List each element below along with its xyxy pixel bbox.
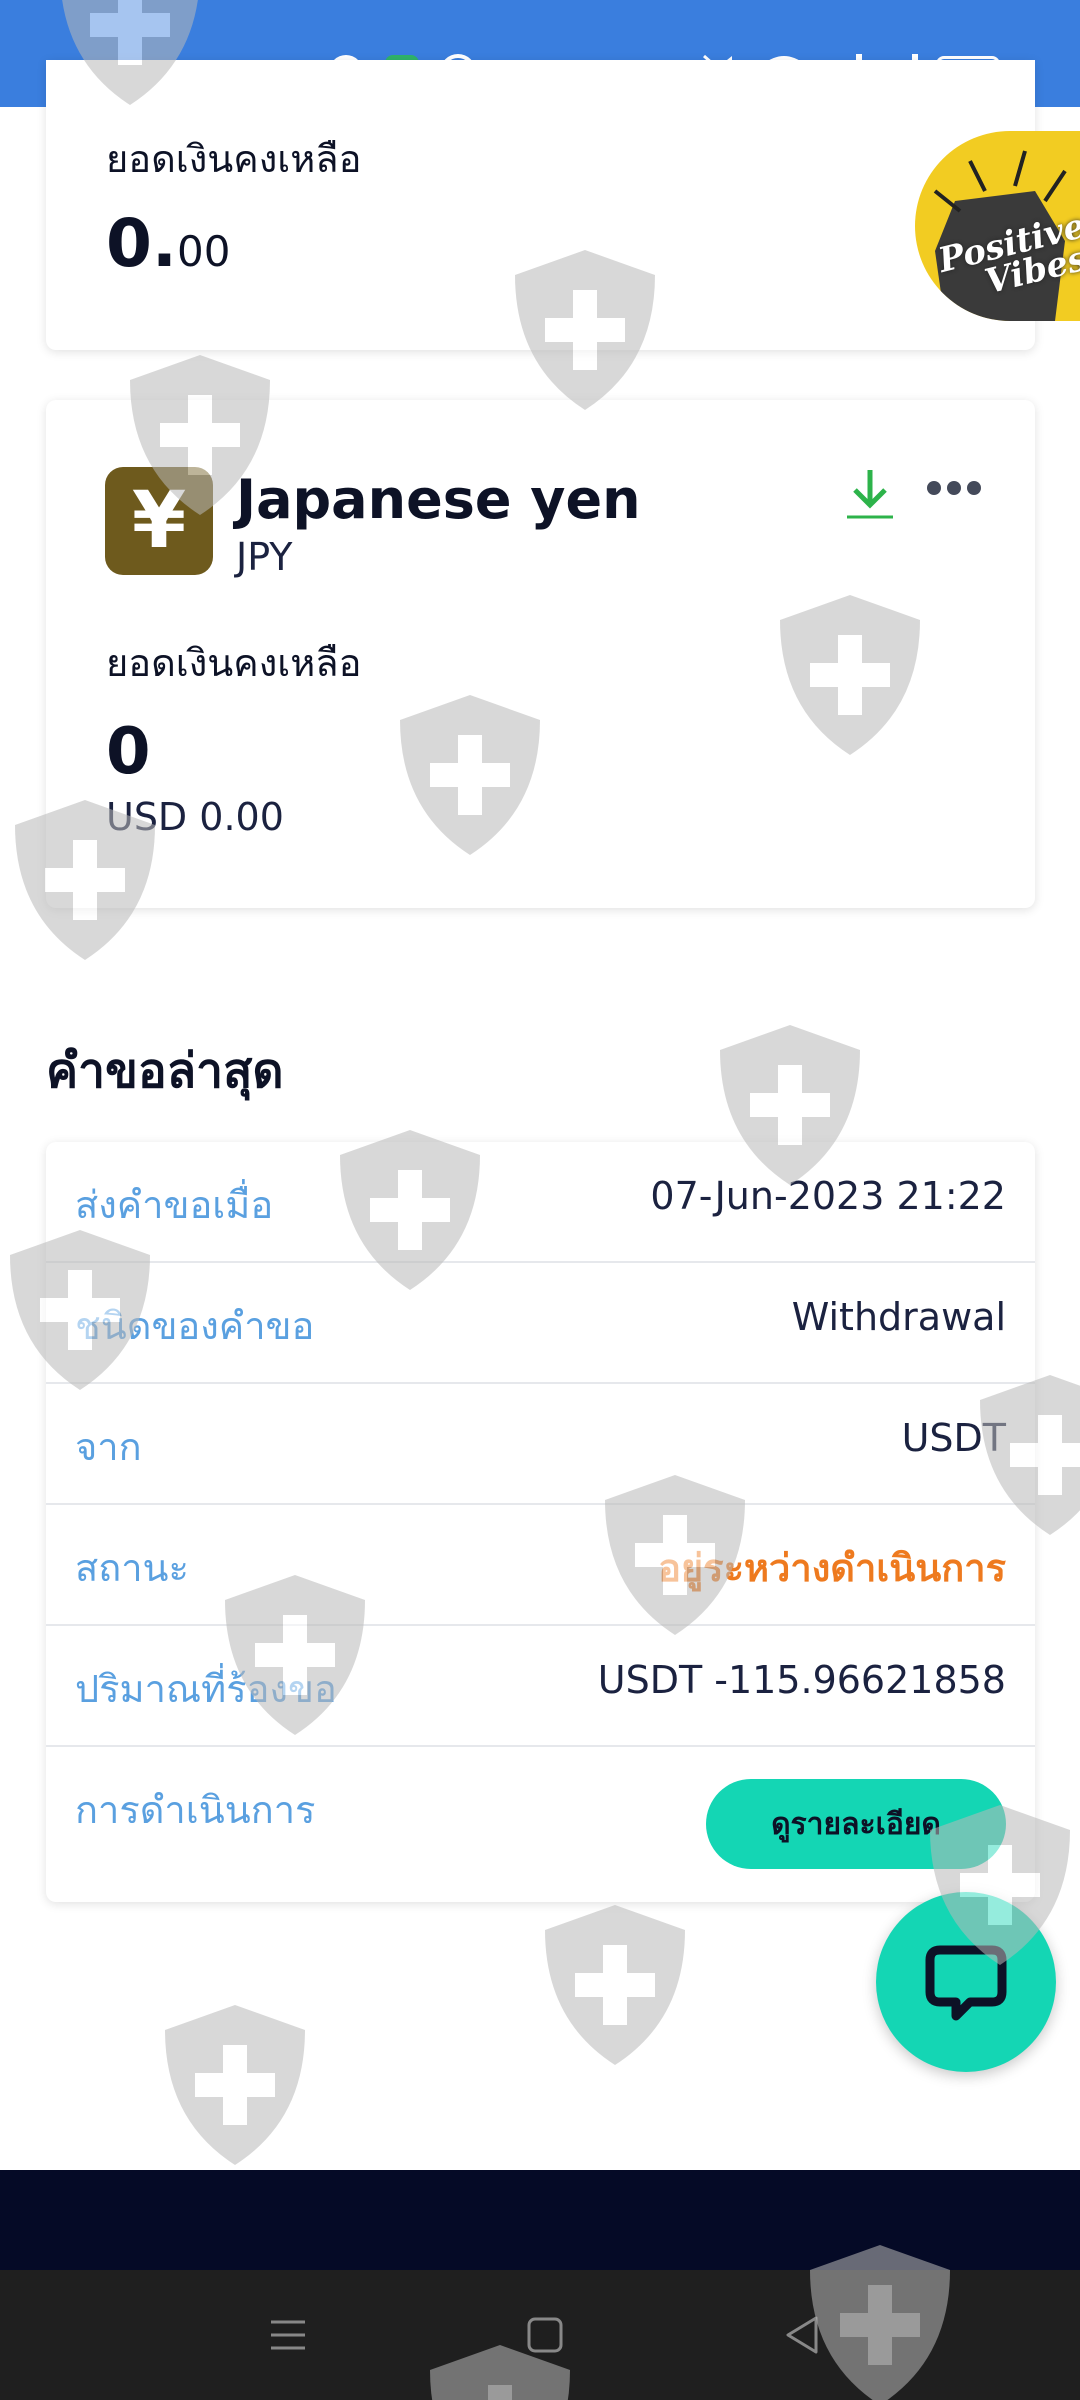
- request-row-status: สถานะ อยู่ระหว่างดำเนินการ: [46, 1505, 1035, 1626]
- row-key: ชนิดของคำขอ: [75, 1304, 315, 1348]
- request-row-submitted: ส่งคำขอเมื่อ 07-Jun-2023 21:22: [46, 1142, 1035, 1263]
- currency-code: JPY: [236, 535, 293, 579]
- chat-bubble-icon: [925, 1945, 1007, 2021]
- status-badge: อยู่ระหว่างดำเนินการ: [658, 1546, 1006, 1590]
- request-row-type: ชนิดของคำขอ Withdrawal: [46, 1263, 1035, 1384]
- row-value: USDT -115.96621858: [597, 1658, 1006, 1702]
- request-row-amount: ปริมาณที่ร้องขอ USDT -115.96621858: [46, 1626, 1035, 1747]
- download-icon[interactable]: [843, 466, 897, 522]
- recent-apps-icon[interactable]: [263, 2310, 313, 2360]
- back-icon[interactable]: [778, 2310, 828, 2360]
- page-footer: [0, 2170, 1080, 2270]
- home-icon[interactable]: [520, 2310, 570, 2360]
- request-row-action: การดำเนินการ ดูรายละเอียด: [46, 1747, 1035, 1869]
- balance-usd: USD 0.00: [106, 795, 284, 839]
- request-row-from: จาก USDT: [46, 1384, 1035, 1505]
- row-value: 07-Jun-2023 21:22: [650, 1174, 1006, 1218]
- system-nav-bar: [0, 2270, 1080, 2400]
- chat-button[interactable]: [876, 1892, 1056, 2072]
- row-key: ปริมาณที่ร้องขอ: [75, 1667, 337, 1711]
- balance-amount: 0: [106, 715, 151, 789]
- row-key: ส่งคำขอเมื่อ: [75, 1183, 274, 1227]
- view-details-button[interactable]: ดูรายละเอียด: [706, 1779, 1006, 1869]
- row-value: USDT: [901, 1416, 1006, 1460]
- row-key: จาก: [75, 1425, 142, 1469]
- more-options-icon[interactable]: [926, 478, 982, 498]
- balance-card: ยอดเงินคงเหลือ 0.00: [46, 60, 1035, 350]
- row-value: Withdrawal: [791, 1295, 1006, 1339]
- currency-card-jpy[interactable]: ¥ Japanese yen JPY ยอดเงินคงเหลือ 0 USD …: [46, 400, 1035, 908]
- yen-currency-icon: ¥: [105, 467, 213, 575]
- shield-watermark-icon: [545, 1905, 685, 2065]
- balance-decimal: 00: [177, 227, 231, 276]
- shield-watermark-icon: [165, 2005, 305, 2165]
- balance-label: ยอดเงินคงเหลือ: [106, 641, 362, 685]
- balance-int: 0.: [106, 205, 177, 282]
- latest-request-card: ส่งคำขอเมื่อ 07-Jun-2023 21:22 ชนิดของคำ…: [46, 1142, 1035, 1902]
- currency-name: Japanese yen: [236, 468, 641, 531]
- balance-amount: 0.00: [106, 205, 230, 282]
- row-key: สถานะ: [75, 1546, 189, 1590]
- balance-label: ยอดเงินคงเหลือ: [106, 137, 362, 181]
- latest-requests-title: คำขอล่าสุด: [46, 1043, 284, 1099]
- profile-avatar[interactable]: Positive Vibes: [915, 131, 1080, 321]
- row-key: การดำเนินการ: [75, 1788, 316, 1832]
